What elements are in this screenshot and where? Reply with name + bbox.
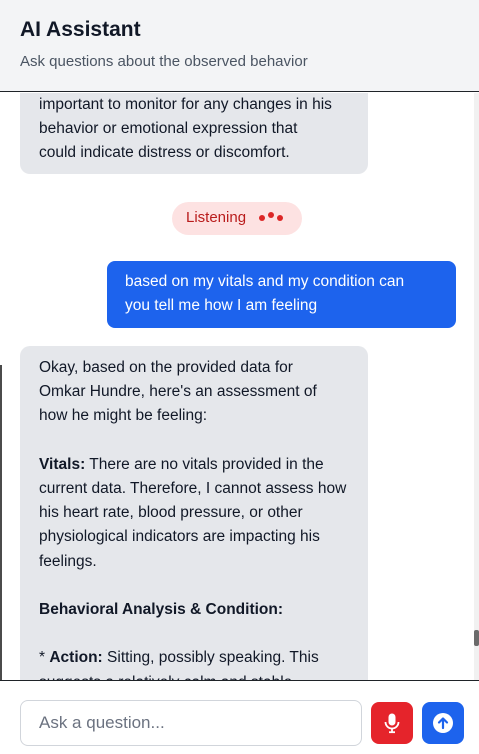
arrow-up-circle-icon xyxy=(433,713,453,733)
message-line: Omkar Hundre, here's an assessment of xyxy=(39,383,317,401)
message-line: you tell me how I am feeling xyxy=(125,297,318,314)
behavioral-heading: Behavioral Analysis & Condition: xyxy=(39,601,284,618)
message-line: physiological indicators are impacting h… xyxy=(39,528,320,546)
action-label: Action: xyxy=(49,649,103,667)
question-input[interactable] xyxy=(20,700,362,746)
user-message: based on my vitals and my condition can … xyxy=(107,261,456,328)
message-line: important to monitor for any changes in … xyxy=(39,96,332,113)
microphone-button[interactable] xyxy=(371,702,413,744)
chat-header: AI Assistant Ask questions about the obs… xyxy=(0,0,479,92)
message-text: Sitting, possibly speaking. This xyxy=(102,649,319,667)
message-list[interactable]: important to monitor for any changes in … xyxy=(0,93,474,680)
message-line: current data. Therefore, I cannot assess… xyxy=(39,480,347,497)
header-title: AI Assistant xyxy=(20,18,141,41)
vitals-paragraph: Vitals: There are no vitals provided in … xyxy=(39,453,354,477)
message-line: based on my vitals and my condition can xyxy=(125,273,405,290)
message-line: suggests a relatively calm and stable xyxy=(39,671,354,680)
header-subtitle: Ask questions about the observed behavio… xyxy=(20,53,308,70)
send-button[interactable] xyxy=(422,702,464,744)
listening-label: Listening xyxy=(186,209,247,226)
composer-bar xyxy=(0,680,479,754)
chat-scrollbar[interactable] xyxy=(474,93,479,680)
assistant-message: Okay, based on the provided data for Omk… xyxy=(20,346,368,680)
microphone-icon xyxy=(384,713,400,734)
section-heading: Behavioral Analysis & Condition: xyxy=(39,598,354,622)
message-line: could indicate distress or discomfort. xyxy=(39,144,290,162)
bullet-marker: * xyxy=(39,649,50,667)
action-paragraph: * Action: Sitting, possibly speaking. Th… xyxy=(39,646,354,670)
listening-dots-icon xyxy=(259,212,286,232)
message-line: how he might be feeling: xyxy=(39,407,208,425)
listening-indicator: Listening xyxy=(172,202,302,235)
message-text: There are no vitals provided in the xyxy=(85,455,324,473)
message-line: feelings. xyxy=(39,552,97,570)
message-line: Okay, based on the provided data for xyxy=(39,359,293,376)
scrollbar-thumb[interactable] xyxy=(474,630,479,646)
message-line: behavior or emotional expression that xyxy=(39,120,298,138)
message-line: his heart rate, blood pressure, or other xyxy=(39,504,303,522)
vitals-label: Vitals: xyxy=(39,455,86,473)
assistant-message: important to monitor for any changes in … xyxy=(20,93,368,174)
